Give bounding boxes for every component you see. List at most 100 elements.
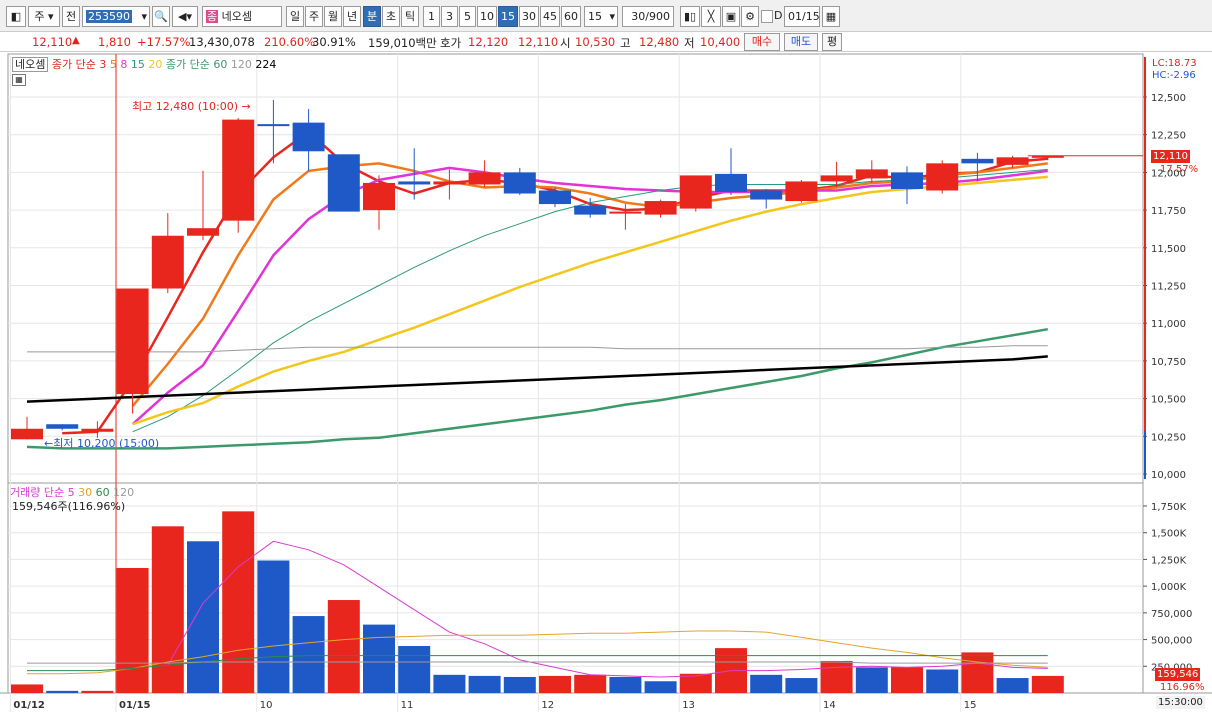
legend-ma224: 224 <box>255 58 277 71</box>
sell-button[interactable]: 매도 <box>784 33 818 51</box>
interval-10-button[interactable]: 10 <box>477 6 497 27</box>
volume-bar <box>363 624 395 693</box>
prev-button[interactable]: 전 <box>62 6 80 27</box>
period-month-button[interactable]: 월 <box>324 6 342 27</box>
candle-body <box>715 173 747 193</box>
volume-tick-label: 1,500K <box>1151 529 1187 540</box>
unit-tick-button[interactable]: 틱 <box>401 6 419 27</box>
unit-minute-button[interactable]: 분 <box>363 6 381 27</box>
candle-type-icon[interactable]: ▮▯ <box>680 6 700 27</box>
count-input[interactable]: 30/900 <box>622 6 674 27</box>
volume-bar <box>398 645 431 693</box>
candle-body <box>398 181 431 185</box>
candle-body <box>785 181 818 202</box>
period-week-button[interactable]: 주 <box>305 6 323 27</box>
volume-bar <box>222 511 255 693</box>
unit-second-button[interactable]: 초 <box>382 6 400 27</box>
candle-body <box>750 190 783 200</box>
volume-bar <box>151 526 184 693</box>
date-checkbox[interactable] <box>761 10 773 23</box>
stock-name-value: 네오셈 <box>221 10 252 23</box>
high-annotation: 최고 12,480 (10:00) → <box>132 98 251 114</box>
time-tick-label: 15 <box>964 700 977 711</box>
time-tag: 15:30:00 <box>1156 696 1205 709</box>
volume-bar <box>1031 675 1064 693</box>
volume-bar <box>433 674 466 693</box>
line-type-icon[interactable]: ╳ <box>701 6 721 27</box>
price-tick-label: 12,500 <box>1151 93 1186 104</box>
period-day-button[interactable]: 일 <box>286 6 304 27</box>
stock-code-value: 253590 <box>86 10 132 23</box>
interval-15-button[interactable]: 15 <box>498 6 518 27</box>
legend-ma-title: 종가 단순 <box>51 58 96 71</box>
price-tick-label: 10,750 <box>1151 357 1186 368</box>
open-label: 시 <box>560 36 571 50</box>
candle-body <box>81 428 114 432</box>
price-tick-label: 10,500 <box>1151 395 1186 406</box>
hc-tag: HC:-2.96 <box>1152 70 1196 81</box>
volume-value-tag: 159,546 <box>1155 668 1201 681</box>
time-tick-label: 01/15 <box>119 700 151 711</box>
legend-ma20: 20 <box>148 58 163 71</box>
legend-ma15: 15 <box>130 58 145 71</box>
stock-name-field[interactable]: 종 네오셈 <box>202 6 282 27</box>
interval-5-button[interactable]: 5 <box>459 6 476 27</box>
volume-bar <box>187 541 219 693</box>
period-year-button[interactable]: 년 <box>343 6 361 27</box>
low-label: 저 <box>684 36 695 50</box>
legend-stock-name[interactable]: 네오셈 <box>12 57 49 72</box>
candle-body <box>820 175 853 182</box>
current-pct-tag: 17.57% <box>1160 164 1199 175</box>
toolbar-row: ◧ 주 ▾ 전 253590 ▾ 🔍 ◀▾ 종 네오셈 일 주 월 년 분 초 틱… <box>0 6 1212 28</box>
count-value: 30 <box>631 10 646 23</box>
chevron-down-icon: ▾ <box>141 10 147 23</box>
low-annotation-text: 최저 10,200 (15:00) <box>53 437 160 450</box>
trade-amount: 159,010백만 <box>368 36 437 50</box>
volume-bar <box>116 567 149 693</box>
avg-button[interactable]: 평 <box>822 33 842 51</box>
interval-45-button[interactable]: 45 <box>540 6 560 27</box>
price-tick-label: 10,250 <box>1151 432 1186 443</box>
interval-30-button[interactable]: 30 <box>519 6 539 27</box>
gear-icon[interactable]: ⚙ <box>741 6 759 27</box>
candle-body <box>679 175 712 209</box>
search-icon[interactable]: 🔍 <box>152 6 170 27</box>
candle-body <box>468 172 501 185</box>
volume-bar <box>644 681 677 693</box>
count-max: /900 <box>645 10 670 23</box>
volume-tick-label: 1,750K <box>1151 502 1187 513</box>
change-percent: +17.57% <box>137 35 191 49</box>
stock-code-input[interactable]: 253590 ▾ <box>82 6 150 27</box>
candle-body <box>116 288 149 395</box>
arrow-right-icon: → <box>241 100 251 113</box>
change-arrow-icon: ▲ <box>72 35 80 46</box>
date-input[interactable]: 01/15 <box>784 6 820 27</box>
interval-1-button[interactable]: 1 <box>423 6 440 27</box>
candle-body <box>257 124 290 127</box>
interval-select[interactable]: 15 ▾ <box>584 6 618 27</box>
market-type-select[interactable]: 주 ▾ <box>28 6 60 27</box>
price-tick-label: 11,500 <box>1151 244 1186 255</box>
layout-icon[interactable]: ◧ <box>6 6 26 27</box>
volume-bar <box>609 676 642 693</box>
date-checkbox-label: D <box>774 9 783 22</box>
buy-button[interactable]: 매수 <box>744 33 780 51</box>
speaker-icon[interactable]: ◀▾ <box>172 6 198 27</box>
time-tick-label: 11 <box>401 700 414 711</box>
price-legend: 네오셈 종가 단순 3 5 8 15 20 종가 단순 60 120 224 <box>12 56 276 72</box>
candle-body <box>539 190 571 205</box>
candle-body <box>46 424 79 429</box>
interval-60-button[interactable]: 60 <box>561 6 581 27</box>
price-tick-label: 11,750 <box>1151 206 1186 217</box>
chart-canvas[interactable]: 12,50012,25012,00011,75011,50011,25011,0… <box>0 53 1212 712</box>
volume-bar <box>81 690 114 693</box>
volume-bar <box>926 669 959 693</box>
save-icon[interactable]: ▣ <box>722 6 740 27</box>
calendar-icon[interactable]: ▦ <box>822 6 840 27</box>
time-tick-label: 10 <box>260 700 273 711</box>
table-icon[interactable]: ▦ <box>12 74 26 86</box>
chart-area[interactable]: 12,500 12,250 12,000 11,750 11,500 11,250 11,0… <box>0 53 1212 712</box>
interval-3-button[interactable]: 3 <box>441 6 458 27</box>
candle-body <box>433 181 466 185</box>
volume-bar <box>468 675 501 693</box>
